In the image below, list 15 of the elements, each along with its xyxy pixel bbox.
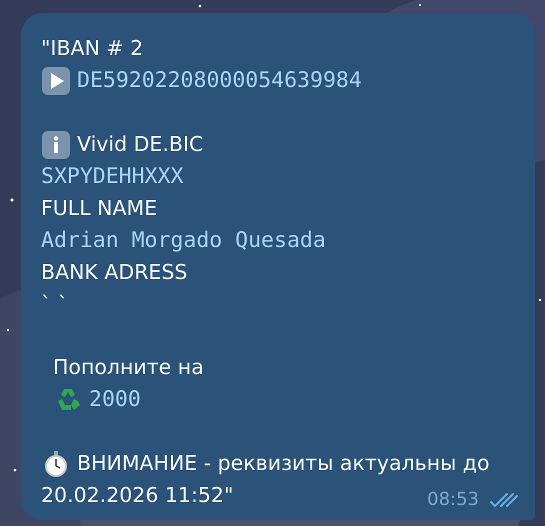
- code-text: Adrian Morgado Quesada: [41, 226, 326, 255]
- play-icon: [41, 66, 71, 96]
- code-text: DE59202208000054639984: [77, 67, 362, 95]
- code-text: 2000: [89, 386, 141, 414]
- message-text: FULL NAME: [41, 194, 158, 222]
- code-text: SXPYDEHHXXX: [41, 162, 184, 191]
- message-text: "IBAN # 2: [41, 35, 144, 62]
- message-text: BANK ADRESS: [41, 258, 188, 286]
- message-text: 20.02.2026 11:52": [41, 482, 234, 510]
- info-icon: [41, 130, 71, 160]
- message-text: ВНИМАНИЕ - реквизиты актуальны до: [77, 450, 490, 478]
- message-text: ` `: [41, 290, 68, 318]
- message-text: Vivid DE.BIC: [77, 130, 204, 158]
- message-time: 08:53: [427, 489, 479, 510]
- message-text: Пополните на: [53, 354, 204, 382]
